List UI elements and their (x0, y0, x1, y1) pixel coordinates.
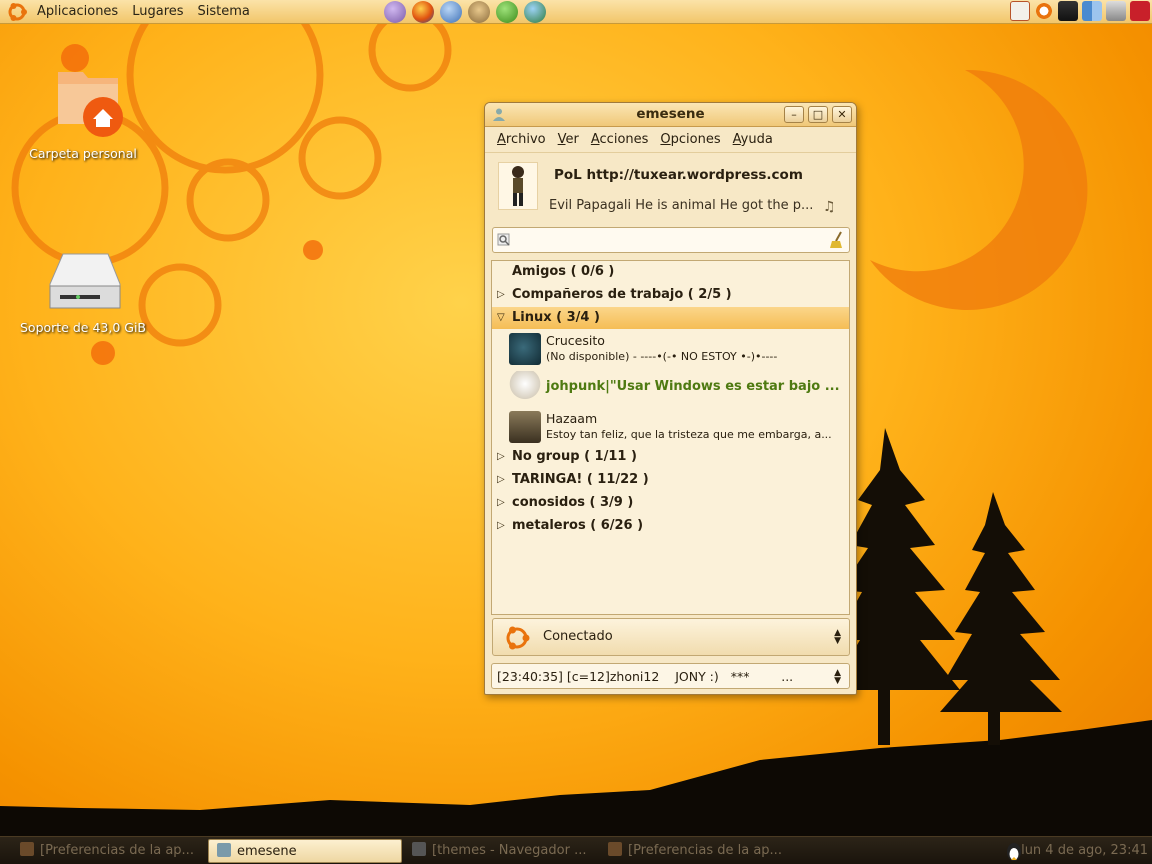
group-label: Amigos ( 0/6 ) (512, 264, 615, 279)
menu-opciones[interactable]: Opciones (654, 132, 726, 147)
menu-ayuda[interactable]: Ayuda (727, 132, 779, 147)
launchers (384, 1, 546, 23)
bottom-panel: [Preferencias de la ap... emesene [theme… (0, 836, 1152, 864)
menu-ver[interactable]: Ver (552, 132, 585, 147)
menu-sistema[interactable]: Sistema (191, 0, 257, 24)
group-amigos[interactable]: Amigos ( 0/6 ) (492, 261, 849, 283)
volume-icon[interactable] (1106, 1, 1126, 21)
contact-crucesito[interactable]: Crucesito (No disponible) - ----•(-• NO … (492, 331, 849, 369)
profile-message[interactable]: Evil Papagali He is animal He got the p.… (549, 198, 813, 213)
contact-avatar (509, 333, 541, 365)
expander-right-icon[interactable]: ▷ (497, 284, 505, 306)
folder-icon (412, 842, 426, 856)
group-label: No group ( 1/11 ) (512, 449, 637, 464)
expander-right-icon[interactable]: ▷ (497, 515, 505, 537)
contact-johpunk[interactable]: johpunk|"Usar Windows es estar bajo ... (492, 369, 849, 407)
task-label: [Preferencias de la ap... (40, 843, 194, 858)
contact-avatar (509, 411, 541, 443)
system-tray (1010, 1, 1150, 21)
menubar: Archivo Ver Acciones Opciones Ayuda (485, 127, 856, 153)
status-label: Conectado (543, 629, 613, 644)
search-icon (497, 233, 510, 246)
task-label: [Preferencias de la ap... (628, 843, 782, 858)
desktop-icon-home[interactable]: Carpeta personal (18, 62, 148, 161)
group-no-group[interactable]: ▷ No group ( 1/11 ) (492, 446, 849, 468)
contact-message: (No disponible) - ----•(-• NO ESTOY •-)•… (546, 350, 778, 363)
desktop-label-drive: Soporte de 43,0 GiB (19, 320, 146, 335)
maximize-button[interactable]: □ (808, 106, 828, 123)
ubuntu-icon[interactable] (1034, 1, 1054, 21)
clear-broom-icon[interactable] (829, 231, 845, 249)
group-label: TARINGA! ( 11/22 ) (512, 472, 649, 487)
avatar[interactable] (498, 162, 538, 210)
group-label: Compañeros de trabajo ( 2/5 ) (512, 287, 732, 302)
drive-icon (49, 253, 121, 309)
group-conosidos[interactable]: ▷ conosidos ( 3/9 ) (492, 492, 849, 514)
pidgin-icon[interactable] (384, 1, 406, 23)
window-icon (20, 842, 34, 856)
monitor-icon[interactable] (1058, 1, 1078, 21)
expander-down-icon[interactable]: ▽ (497, 307, 505, 329)
profile-nick[interactable]: PoL http://tuxear.wordpress.com (554, 167, 803, 183)
desktop-icon-drive[interactable]: Soporte de 43,0 GiB (18, 246, 148, 335)
window-buttons: – □ ✕ (784, 106, 852, 123)
expander-right-icon[interactable]: ▷ (497, 469, 505, 491)
status-selector[interactable]: Conectado ▲ ▼ (492, 618, 850, 656)
contact-name: Crucesito (546, 333, 605, 348)
ubuntu-logo-icon[interactable] (6, 1, 28, 23)
desktop-label-home: Carpeta personal (29, 146, 137, 161)
contact-name: johpunk|"Usar Windows es estar bajo ... (546, 379, 840, 394)
personal-message-combo[interactable]: [23:40:35] [c=12]zhoni12 JONY :) *** ...… (491, 663, 850, 689)
top-panel: Aplicaciones Lugares Sistema (0, 0, 1152, 24)
window-icon (608, 842, 622, 856)
task-label: emesene (237, 844, 297, 859)
thunderbird-icon[interactable] (440, 1, 462, 23)
firefox-icon[interactable] (412, 1, 434, 23)
group-linux[interactable]: ▽ Linux ( 3/4 ) (492, 307, 849, 329)
avatar-figure-icon (512, 166, 524, 206)
ubuntu-status-icon (506, 626, 530, 650)
home-folder-icon (58, 72, 123, 137)
menu-archivo[interactable]: Archivo (491, 132, 552, 147)
task-preferencias-1[interactable]: [Preferencias de la ap... (12, 839, 202, 863)
update-icon[interactable] (1010, 1, 1030, 21)
clock[interactable]: lun 4 de ago, 23:41 (1021, 843, 1148, 858)
emesene-window: emesene – □ ✕ Archivo Ver Acciones Opcio… (484, 102, 857, 695)
utorrent-icon[interactable] (496, 1, 518, 23)
menu-acciones[interactable]: Acciones (585, 132, 655, 147)
group-metaleros[interactable]: ▷ metaleros ( 6/26 ) (492, 515, 849, 537)
expander-right-icon[interactable]: ▷ (497, 492, 505, 514)
menu-lugares[interactable]: Lugares (125, 0, 190, 24)
titlebar[interactable]: emesene – □ ✕ (485, 103, 856, 127)
search-input[interactable] (492, 227, 850, 253)
combo-arrows-icon: ▲ ▼ (834, 628, 841, 646)
contact-hazaam[interactable]: Hazaam Estoy tan feliz, que la tristeza … (492, 409, 849, 447)
globe-icon[interactable] (524, 1, 546, 23)
power-icon[interactable] (1130, 1, 1150, 21)
combo-arrows-icon: ▲ ▼ (834, 668, 841, 686)
music-note-icon[interactable]: ♫ (823, 199, 836, 215)
task-themes-browser[interactable]: [themes - Navegador ... (404, 839, 598, 863)
minimize-button[interactable]: – (784, 106, 804, 123)
contact-avatar (509, 371, 541, 403)
group-label: conosidos ( 3/9 ) (512, 495, 634, 510)
group-taringa[interactable]: ▷ TARINGA! ( 11/22 ) (492, 469, 849, 491)
group-companeros[interactable]: ▷ Compañeros de trabajo ( 2/5 ) (492, 284, 849, 306)
task-emesene[interactable]: emesene (208, 839, 402, 863)
contact-message: Estoy tan feliz, que la tristeza que me … (546, 428, 832, 441)
menu-aplicaciones[interactable]: Aplicaciones (30, 0, 125, 24)
network-icon[interactable] (1082, 1, 1102, 21)
user-icon (217, 843, 231, 857)
expander-right-icon[interactable]: ▷ (497, 446, 505, 468)
close-button[interactable]: ✕ (832, 106, 852, 123)
contact-list: Amigos ( 0/6 ) ▷ Compañeros de trabajo (… (491, 260, 850, 615)
contact-name: Hazaam (546, 411, 598, 426)
rabbit-icon[interactable] (468, 1, 490, 23)
group-label: Linux ( 3/4 ) (512, 310, 600, 325)
group-label: metaleros ( 6/26 ) (512, 518, 644, 533)
task-preferencias-2[interactable]: [Preferencias de la ap... (600, 839, 794, 863)
task-label: [themes - Navegador ... (432, 843, 587, 858)
personal-message-text: [23:40:35] [c=12]zhoni12 JONY :) *** ... (497, 669, 794, 684)
